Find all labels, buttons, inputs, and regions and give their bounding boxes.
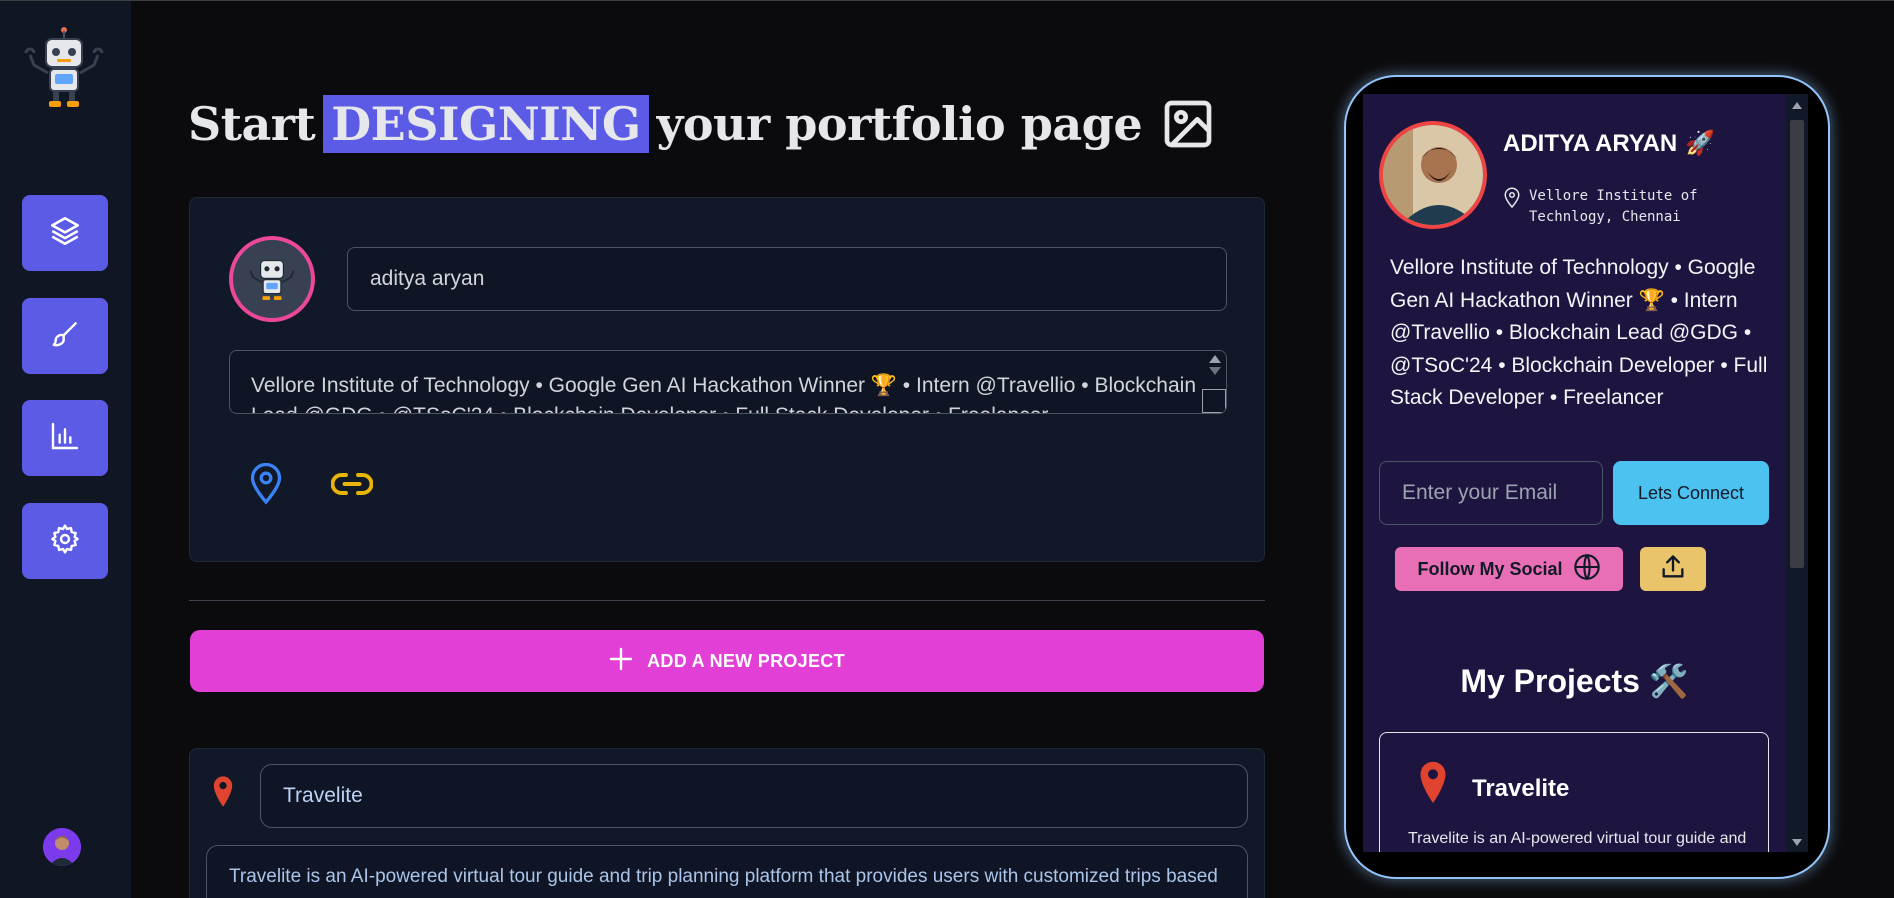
preview-name-text: ADITYA ARYAN xyxy=(1503,129,1678,157)
add-project-label: ADD A NEW PROJECT xyxy=(647,650,845,671)
sidebar-item-settings[interactable] xyxy=(22,503,108,579)
preview-avatar xyxy=(1379,121,1487,229)
project-pin-icon xyxy=(212,775,234,814)
preview-projects-title: My Projects 🛠️ xyxy=(1460,663,1689,699)
preview-project-description: Travelite is an AI-powered virtual tour … xyxy=(1408,830,1747,847)
profile-editor-card: aditya aryan Vellore Institute of Techno… xyxy=(189,197,1265,562)
follow-social-button[interactable]: Follow My Social xyxy=(1395,547,1623,591)
phone-preview: ADITYA ARYAN 🚀 Vellore Institute of Tech… xyxy=(1346,77,1828,877)
link-button[interactable] xyxy=(330,466,374,506)
map-pin-icon xyxy=(248,462,284,510)
preview-bio: Vellore Institute of Technology • Google… xyxy=(1390,256,1768,409)
project-title-input[interactable]: Travelite xyxy=(260,764,1248,828)
scroll-up-icon[interactable] xyxy=(1792,102,1802,109)
link-icon xyxy=(330,469,374,504)
bio-text: Vellore Institute of Technology • Google… xyxy=(251,374,1196,413)
preview-name: ADITYA ARYAN 🚀 xyxy=(1503,129,1715,158)
sidebar-item-design[interactable] xyxy=(22,298,108,374)
preview-location-text: Vellore Institute of Technlogy, Chennai xyxy=(1529,188,1698,225)
preview-scrollbar[interactable] xyxy=(1786,94,1808,852)
scroll-thumb[interactable] xyxy=(1790,120,1804,568)
preview-location: Vellore Institute of Technlogy, Chennai xyxy=(1503,186,1709,228)
sidebar-item-analytics[interactable] xyxy=(22,400,108,476)
rocket-icon: 🚀 xyxy=(1685,130,1716,157)
project-description-input[interactable]: Travelite is an AI-powered virtual tour … xyxy=(206,845,1248,898)
share-icon xyxy=(1659,553,1687,586)
name-input[interactable]: aditya aryan xyxy=(347,247,1227,311)
connect-button[interactable]: Lets Connect xyxy=(1613,461,1769,525)
robot-logo-icon xyxy=(20,25,108,111)
title-highlight: DESIGNING xyxy=(323,95,649,153)
user-avatar[interactable] xyxy=(43,828,81,866)
plus-icon xyxy=(609,647,633,676)
preview-project-name: Travelite xyxy=(1472,775,1570,802)
section-divider xyxy=(189,600,1265,601)
resize-handle[interactable] xyxy=(1202,389,1226,413)
share-button[interactable] xyxy=(1640,547,1706,591)
preview-screen: ADITYA ARYAN 🚀 Vellore Institute of Tech… xyxy=(1363,94,1786,852)
follow-label: Follow My Social xyxy=(1417,558,1563,579)
preview-project-card[interactable]: Travelite Travelite is an AI-powered vir… xyxy=(1379,732,1769,852)
title-start: Start xyxy=(188,97,316,151)
scroll-down-icon[interactable] xyxy=(1792,839,1802,846)
layers-icon xyxy=(48,214,82,253)
location-pin-icon xyxy=(1503,186,1521,215)
brush-icon xyxy=(49,318,81,355)
bio-textarea[interactable]: Vellore Institute of Technology • Google… xyxy=(229,350,1227,414)
bio-scroll-arrows[interactable] xyxy=(1208,355,1222,383)
chart-icon xyxy=(49,420,81,457)
sidebar xyxy=(0,1,131,898)
profile-avatar-upload[interactable] xyxy=(229,236,315,322)
title-rest: your portfolio page xyxy=(656,97,1143,151)
project-editor-card: Travelite Travelite is an AI-powered vir… xyxy=(189,748,1265,898)
top-border xyxy=(0,0,1894,1)
sidebar-item-layers[interactable] xyxy=(22,195,108,271)
preview-email-input[interactable]: Enter your Email xyxy=(1379,461,1603,525)
location-button[interactable] xyxy=(246,462,286,510)
project-pin-icon xyxy=(1418,759,1448,812)
globe-icon xyxy=(1573,553,1601,586)
add-project-button[interactable]: ADD A NEW PROJECT xyxy=(190,630,1264,692)
image-icon xyxy=(1160,96,1216,152)
page-title: Start DESIGNING your portfolio page xyxy=(188,84,1216,164)
gear-icon xyxy=(49,523,81,560)
